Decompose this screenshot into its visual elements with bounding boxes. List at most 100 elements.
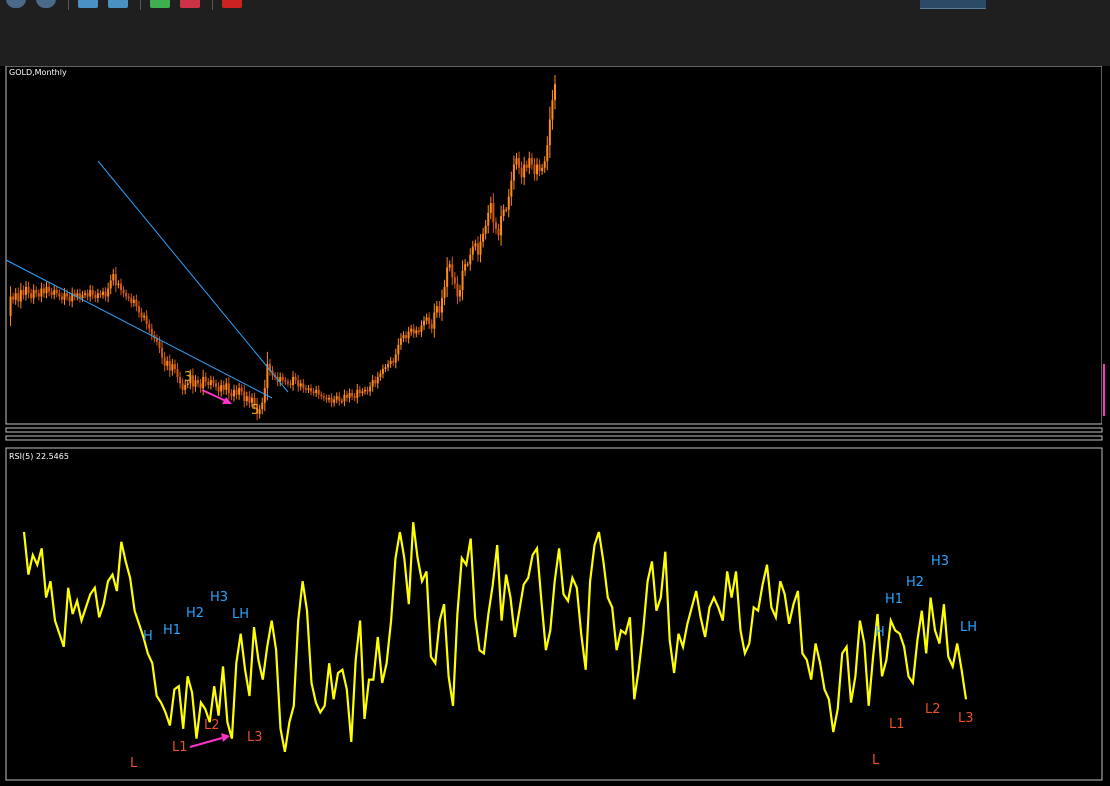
copy-icon[interactable]	[108, 0, 128, 8]
candle	[405, 335, 408, 339]
candle	[14, 293, 17, 300]
candle	[209, 380, 212, 385]
candle	[453, 277, 456, 284]
candle	[307, 388, 310, 390]
candle	[99, 293, 102, 295]
candle	[227, 383, 230, 394]
rsi-panel	[5, 447, 1103, 781]
candle	[299, 383, 302, 387]
candle	[12, 296, 15, 300]
candle	[351, 393, 354, 397]
candle	[518, 158, 521, 168]
forward-icon[interactable]	[36, 0, 56, 8]
candle	[333, 399, 336, 403]
candle	[415, 330, 418, 334]
candle	[371, 380, 374, 387]
candle	[32, 290, 35, 299]
candle	[428, 317, 431, 324]
candle	[194, 380, 197, 387]
candle	[222, 384, 225, 390]
candle	[248, 396, 251, 403]
candle	[86, 293, 89, 297]
candle	[381, 368, 384, 374]
candle	[171, 364, 174, 371]
save-icon[interactable]	[78, 0, 98, 8]
chart-window: GOLD,Monthly RSI(5) 22.5465 3 5 L H H1 L…	[0, 65, 1110, 782]
candle	[30, 293, 33, 299]
candle	[546, 145, 549, 162]
rsi-label: H1	[163, 623, 181, 638]
candle	[289, 383, 292, 385]
candle	[66, 293, 69, 297]
candle	[441, 298, 444, 313]
candle	[68, 296, 71, 302]
candle	[489, 203, 492, 213]
candle	[161, 347, 164, 358]
candle	[330, 397, 333, 403]
candle	[84, 293, 87, 295]
candle	[397, 344, 400, 355]
candle	[407, 331, 410, 339]
candle	[261, 402, 264, 410]
candle	[230, 393, 233, 397]
candle	[438, 306, 441, 313]
candle	[245, 396, 248, 402]
candle	[335, 396, 338, 400]
candle	[91, 290, 94, 295]
candle	[420, 325, 423, 332]
candle	[225, 383, 228, 390]
candle	[374, 380, 377, 384]
candle	[417, 330, 420, 332]
panel-separator[interactable]	[5, 427, 1103, 433]
candle	[135, 299, 138, 307]
candle	[528, 158, 531, 168]
candle	[35, 290, 38, 294]
rsi-label: LH	[232, 607, 249, 622]
toolbar-separator	[68, 0, 69, 10]
candle	[425, 317, 428, 321]
candle	[369, 386, 372, 392]
candle	[523, 164, 526, 178]
candle	[423, 320, 426, 326]
candle	[310, 388, 313, 392]
candle	[394, 354, 397, 363]
rsi-label: L3	[247, 730, 263, 745]
candle	[197, 380, 200, 384]
candle	[125, 293, 128, 297]
candle	[536, 164, 539, 175]
candle	[384, 367, 387, 369]
candle	[127, 296, 130, 299]
candle	[122, 290, 125, 294]
candle	[361, 391, 364, 394]
candle	[212, 380, 215, 384]
candle	[492, 203, 495, 223]
candle	[410, 328, 413, 332]
candle	[114, 273, 117, 286]
delete-icon[interactable]	[222, 0, 242, 8]
candle	[505, 209, 508, 211]
candle	[217, 386, 220, 392]
back-icon[interactable]	[6, 0, 26, 8]
candle	[312, 391, 315, 394]
candle	[104, 291, 107, 297]
candle	[525, 164, 528, 168]
candle	[27, 286, 30, 294]
zoom-out-icon[interactable]	[180, 0, 200, 8]
active-tab[interactable]	[920, 0, 986, 9]
candle	[353, 396, 356, 398]
price-scale	[1102, 66, 1110, 782]
candle	[392, 360, 395, 363]
zoom-in-icon[interactable]	[150, 0, 170, 8]
rsi-label: L3	[958, 711, 974, 726]
candle	[94, 294, 97, 299]
candle	[250, 397, 253, 403]
candle	[474, 243, 477, 247]
rsi-label: LH	[960, 620, 977, 635]
candle	[458, 290, 461, 297]
candle	[548, 119, 551, 146]
candle	[150, 328, 153, 336]
candle	[215, 383, 218, 387]
panel-separator[interactable]	[5, 435, 1103, 441]
candle	[515, 158, 518, 165]
candle	[235, 389, 238, 395]
